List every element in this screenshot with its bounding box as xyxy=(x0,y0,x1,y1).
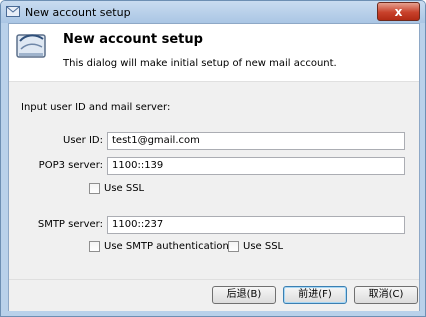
smtp-server-label: SMTP server: xyxy=(37,219,103,230)
smtp-auth-label: Use SMTP authentication xyxy=(104,241,229,252)
pop3-use-ssl-label: Use SSL xyxy=(104,183,145,194)
pop3-server-input[interactable]: 1100::139 xyxy=(107,157,405,175)
user-id-label: User ID: xyxy=(63,135,103,146)
dialog-description: This dialog will make initial setup of n… xyxy=(63,58,337,69)
window-title: New account setup xyxy=(25,6,131,19)
smtp-use-ssl-label: Use SSL xyxy=(243,241,284,252)
next-button[interactable]: 前进(F) xyxy=(283,286,347,304)
close-button[interactable]: x xyxy=(377,2,420,21)
mail-app-icon xyxy=(6,6,20,17)
pop3-server-label: POP3 server: xyxy=(38,160,103,171)
back-button[interactable]: 后退(B) xyxy=(212,286,276,304)
dialog-client-area: New account setup This dialog will make … xyxy=(8,23,420,311)
checkbox-box[interactable] xyxy=(228,241,239,252)
dialog-window: New account setup x New account setup Th… xyxy=(0,0,426,317)
title-bar[interactable]: New account setup x xyxy=(1,1,425,23)
checkbox-box[interactable] xyxy=(89,183,100,194)
dialog-header: New account setup This dialog will make … xyxy=(9,24,419,81)
smtp-server-input[interactable]: 1100::237 xyxy=(107,216,405,234)
dialog-heading: New account setup xyxy=(63,32,203,47)
mail-account-icon xyxy=(16,34,46,58)
form-instruction: Input user ID and mail server: xyxy=(21,102,171,113)
smtp-auth-checkbox[interactable]: Use SMTP authentication xyxy=(89,241,229,252)
form-area: Input user ID and mail server: User ID: … xyxy=(9,81,419,280)
smtp-use-ssl-checkbox[interactable]: Use SSL xyxy=(228,241,283,252)
pop3-use-ssl-checkbox[interactable]: Use SSL xyxy=(89,183,144,194)
checkbox-box[interactable] xyxy=(89,241,100,252)
button-bar: 后退(B) 前进(F) 取消(C) xyxy=(9,279,419,311)
cancel-button[interactable]: 取消(C) xyxy=(354,286,418,304)
close-icon: x xyxy=(394,4,403,19)
user-id-input[interactable]: test1@gmail.com xyxy=(107,132,405,150)
